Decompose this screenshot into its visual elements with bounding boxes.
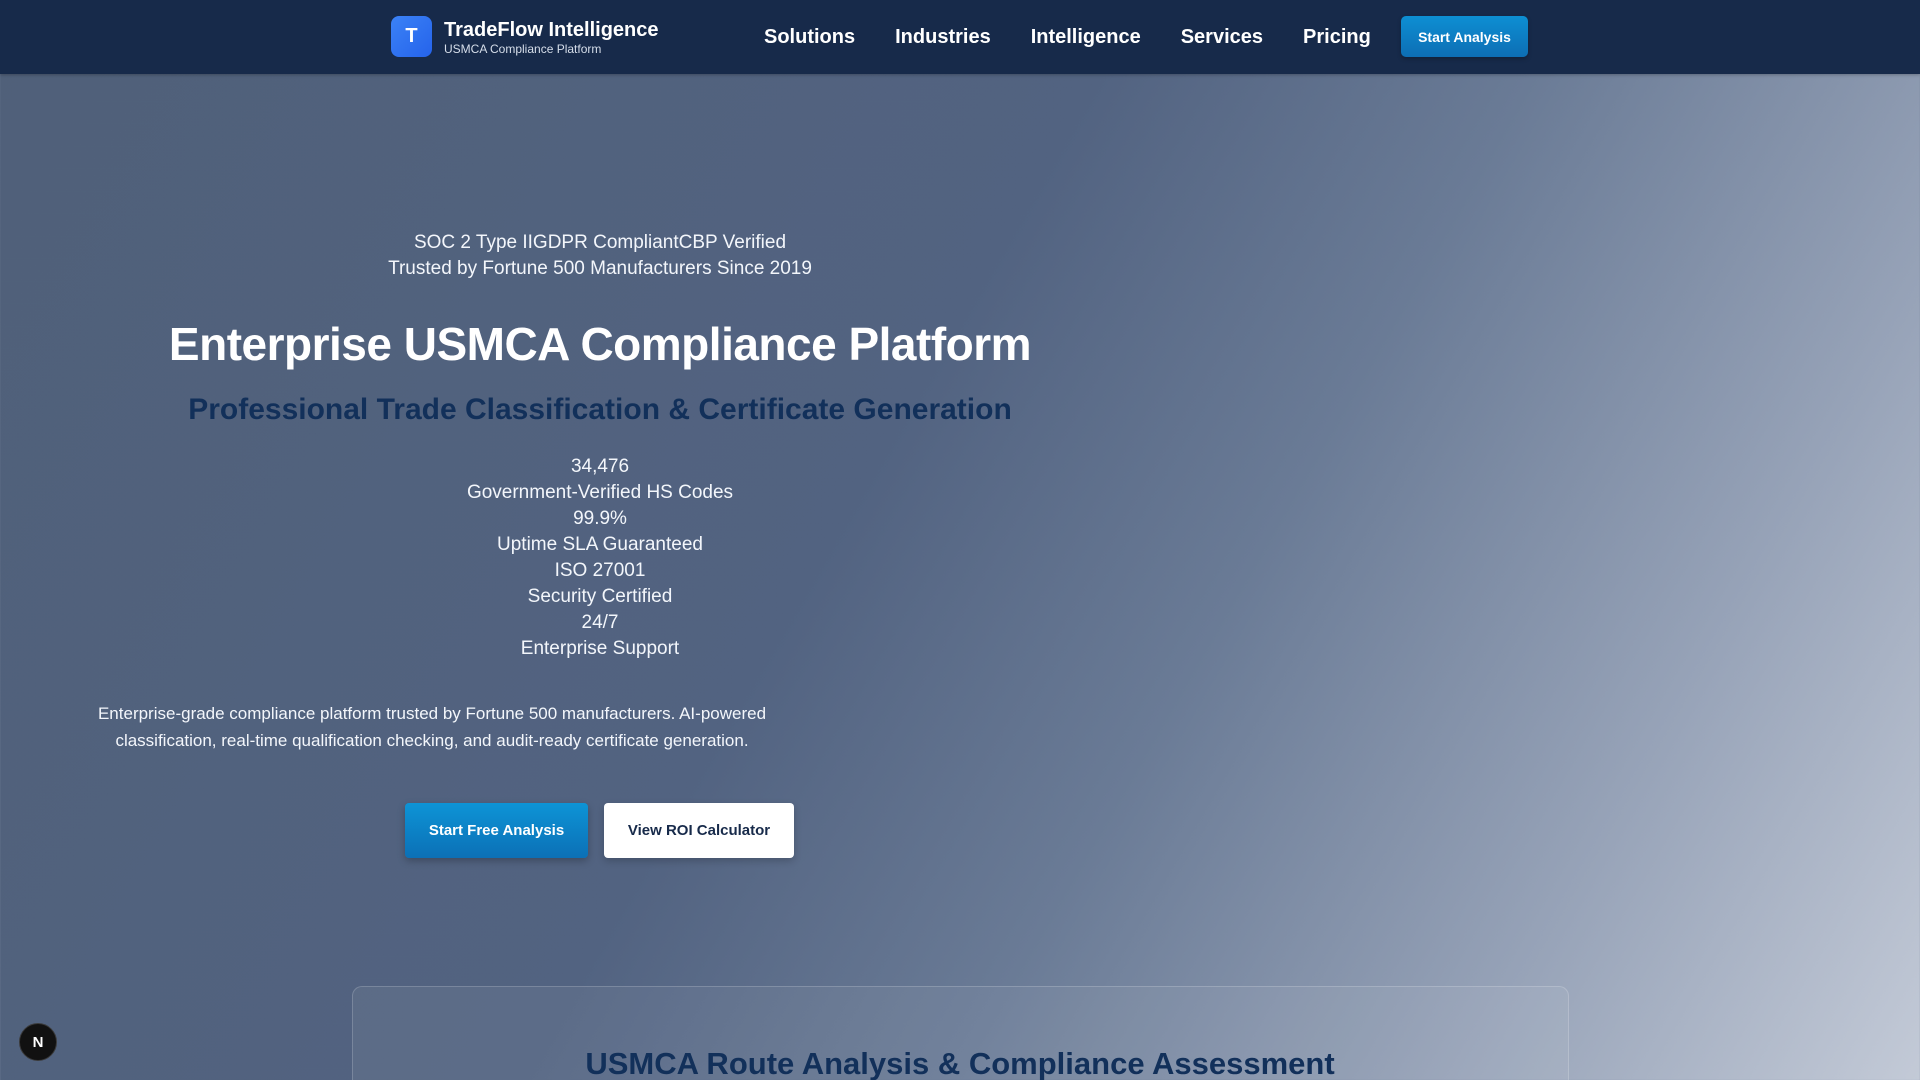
brand-tagline: USMCA Compliance Platform bbox=[444, 41, 602, 56]
stat-label: Security Certified bbox=[527, 586, 673, 607]
stat-value: 34,476 bbox=[570, 456, 630, 477]
trust-badges: SOC 2 Type IIGDPR CompliantCBP Verified bbox=[413, 232, 787, 253]
stat-label: Enterprise Support bbox=[520, 638, 680, 659]
page-title: Enterprise USMCA Compliance Platform bbox=[168, 318, 1032, 370]
stat-value: 24/7 bbox=[581, 612, 619, 633]
nav-item-industries[interactable]: Industries bbox=[895, 26, 991, 49]
hero-description: Enterprise-grade compliance platform tru… bbox=[97, 704, 767, 750]
brand[interactable]: T TradeFlow Intelligence USMCA Complianc… bbox=[391, 16, 659, 57]
nav-item-pricing[interactable]: Pricing bbox=[1303, 26, 1371, 49]
trust-statement: Trusted by Fortune 500 Manufacturers Sin… bbox=[388, 258, 812, 279]
main-nav: Solutions Industries Intelligence Servic… bbox=[764, 0, 1411, 74]
start-free-analysis-button[interactable]: Start Free Analysis bbox=[405, 803, 588, 858]
stat-label: Government-Verified HS Codes bbox=[466, 482, 734, 503]
brand-name: TradeFlow Intelligence bbox=[444, 18, 659, 41]
stat-label: Uptime SLA Guaranteed bbox=[497, 534, 703, 555]
brand-logo-icon: T bbox=[391, 16, 432, 57]
stat-value: ISO 27001 bbox=[554, 560, 646, 581]
n-logo-icon[interactable]: N bbox=[19, 1023, 57, 1061]
brand-text: TradeFlow Intelligence USMCA Compliance … bbox=[444, 18, 659, 56]
hero-subtitle: Professional Trade Classification & Cert… bbox=[188, 393, 1012, 426]
top-navigation-bar: T TradeFlow Intelligence USMCA Complianc… bbox=[0, 0, 1920, 74]
start-analysis-button[interactable]: Start Analysis bbox=[1401, 16, 1528, 57]
route-analysis-title: USMCA Route Analysis & Compliance Assess… bbox=[585, 1046, 1335, 1080]
hero-center: SOC 2 Type IIGDPR CompliantCBP Verified … bbox=[80, 230, 1120, 662]
nav-item-solutions[interactable]: Solutions bbox=[764, 26, 855, 49]
stat-value: 99.9% bbox=[573, 508, 627, 529]
nav-item-intelligence[interactable]: Intelligence bbox=[1031, 26, 1141, 49]
view-roi-calculator-button[interactable]: View ROI Calculator bbox=[604, 803, 794, 858]
nav-item-services[interactable]: Services bbox=[1181, 26, 1263, 49]
hero-section: SOC 2 Type IIGDPR CompliantCBP Verified … bbox=[80, 230, 1120, 662]
stats-list: 34,476 Government-Verified HS Codes 99.9… bbox=[80, 454, 1120, 662]
